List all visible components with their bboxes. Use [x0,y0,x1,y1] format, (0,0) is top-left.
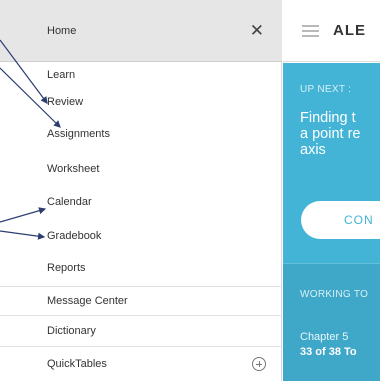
menu-item-label: Review [47,96,84,108]
menu-item-label: Home [47,24,77,37]
menu-item-home[interactable]: Home ✕ [0,0,282,62]
menu-item-label: QuickTables [47,358,107,370]
hamburger-menu-icon[interactable] [302,25,319,37]
menu-item-review[interactable]: Review [0,88,282,116]
menu-item-message-center[interactable]: Message Center [0,286,282,315]
top-bar: ALE [283,0,380,62]
navigation-menu: Home ✕ Learn Review Assignments Workshee… [0,0,282,381]
menu-item-learn[interactable]: Learn [0,62,282,87]
main-panel: ALE UP NEXT : Finding t a point re axis … [283,0,380,381]
menu-item-worksheet[interactable]: Worksheet [0,155,282,183]
menu-item-quicktables[interactable]: QuickTables [0,346,282,381]
working-topic-panel: WORKING TO Chapter 5 33 of 38 To [283,263,380,381]
menu-item-label: Assignments [47,128,110,140]
menu-item-label: Message Center [47,295,128,307]
menu-item-reports[interactable]: Reports [0,254,282,282]
menu-item-label: Dictionary [47,325,96,337]
menu-item-label: Learn [47,68,76,81]
plus-circle-icon[interactable] [252,357,266,371]
topic-title-line: a point re [300,126,361,142]
menu-item-label: Calendar [47,196,92,208]
menu-item-dictionary[interactable]: Dictionary [0,315,282,346]
continue-button-label: CON [344,213,374,227]
working-label: WORKING TO [300,289,369,300]
menu-item-label: Worksheet [47,163,100,175]
menu-item-label: Reports [47,262,86,274]
continue-button[interactable]: CON [301,201,380,239]
menu-item-label: Gradebook [47,230,102,242]
chapter-label: Chapter 5 [300,331,349,343]
topic-title-line: axis [300,142,326,158]
up-next-panel: UP NEXT : Finding t a point re axis CON [283,63,380,263]
topic-title-line: Finding t [300,110,356,126]
menu-item-gradebook[interactable]: Gradebook [0,222,282,250]
topic-title: Finding t a point re axis [300,110,380,158]
menu-item-assignments[interactable]: Assignments [0,120,282,148]
close-icon[interactable]: ✕ [250,21,264,41]
brand-logo: ALE [333,22,366,39]
menu-item-calendar[interactable]: Calendar [0,188,282,216]
topic-progress: 33 of 38 To [300,346,357,358]
up-next-label: UP NEXT : [300,84,352,95]
